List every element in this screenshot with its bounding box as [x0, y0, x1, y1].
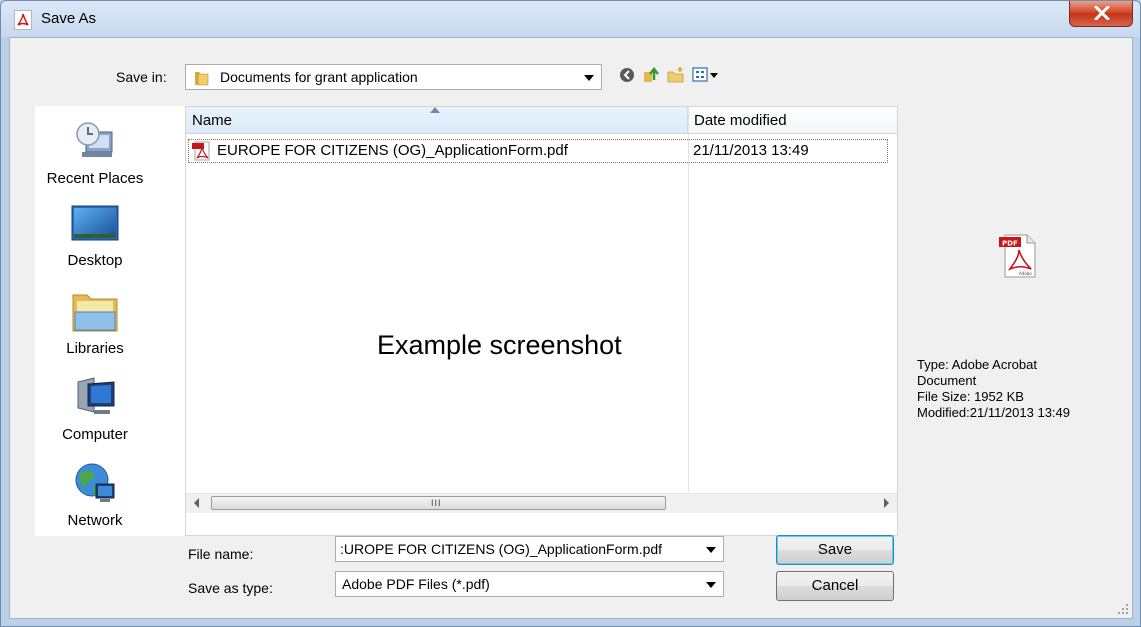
file-name-label: File name:	[188, 546, 254, 562]
watermark-text: Example screenshot	[377, 330, 622, 360]
new-folder-icon[interactable]	[666, 66, 686, 84]
place-label: Network	[67, 512, 123, 529]
pdf-preview-icon: PDF Adobe	[999, 234, 1036, 278]
place-label: Recent Places	[46, 170, 144, 187]
svg-text:Adobe: Adobe	[1019, 271, 1032, 276]
sort-ascending-icon	[430, 107, 440, 113]
column-header-label: Name	[192, 112, 233, 129]
preview-type: Type: Adobe Acrobat	[917, 357, 1037, 372]
scrollbar-grip: III	[431, 498, 442, 508]
horizontal-scrollbar[interactable]: III	[186, 493, 897, 513]
cancel-button[interactable]: Cancel	[776, 571, 894, 601]
save-in-combo[interactable]: Documents for grant application	[185, 64, 602, 90]
table-row[interactable]: EUROPE FOR CITIZENS (OG)_ApplicationForm…	[188, 139, 888, 163]
chevron-down-icon	[706, 582, 716, 588]
place-label: Computer	[62, 426, 128, 443]
libraries-icon	[72, 294, 118, 332]
place-computer[interactable]: Computer	[35, 376, 155, 443]
save-as-type-value: Adobe PDF Files (*.pdf)	[342, 576, 490, 592]
column-header-date[interactable]: Date modified	[688, 107, 897, 134]
column-header-name[interactable]: Name	[186, 107, 688, 134]
title-bar[interactable]: Save As	[1, 1, 1140, 37]
column-divider	[688, 107, 689, 492]
desktop-icon	[71, 205, 119, 241]
save-in-value: Documents for grant application	[220, 69, 418, 85]
close-button[interactable]	[1069, 1, 1133, 27]
computer-icon	[77, 377, 115, 414]
pdf-app-icon	[14, 10, 32, 30]
resize-grip-icon[interactable]	[1117, 603, 1129, 615]
chevron-down-icon[interactable]	[706, 547, 716, 553]
up-folder-icon[interactable]	[642, 66, 662, 84]
column-header-label: Date modified	[694, 112, 787, 129]
preview-modified: Modified:21/11/2013 13:49	[917, 405, 1070, 420]
save-in-label: Save in:	[116, 69, 167, 85]
save-button[interactable]: Save	[776, 535, 894, 565]
scroll-right-icon[interactable]	[884, 498, 889, 508]
scroll-left-icon[interactable]	[194, 498, 199, 508]
file-name-input[interactable]: :UROPE FOR CITIZENS (OG)_ApplicationForm…	[335, 536, 724, 562]
place-desktop[interactable]: Desktop	[35, 204, 155, 269]
file-date: 21/11/2013 13:49	[693, 142, 809, 159]
file-name: EUROPE FOR CITIZENS (OG)_ApplicationForm…	[217, 142, 568, 159]
chevron-down-icon	[584, 75, 594, 81]
file-list[interactable]: Name Date modified EUROPE FOR CITIZENS (…	[185, 106, 898, 536]
save-as-type-select[interactable]: Adobe PDF Files (*.pdf)	[335, 571, 724, 597]
network-icon	[75, 463, 115, 502]
preview-size: File Size: 1952 KB	[917, 389, 1024, 404]
file-name-value: :UROPE FOR CITIZENS (OG)_ApplicationForm…	[340, 541, 663, 557]
folder-icon	[195, 72, 209, 86]
save-as-dialog: Save As Save in: Documents for grant app…	[0, 0, 1141, 627]
place-label: Libraries	[66, 340, 124, 357]
recent-places-icon	[76, 122, 113, 157]
place-recent-places[interactable]: Recent Places	[35, 118, 155, 187]
close-icon	[1094, 6, 1110, 20]
place-label: Desktop	[67, 252, 123, 269]
pdf-file-icon	[192, 141, 210, 161]
place-network[interactable]: Network	[35, 462, 155, 529]
scrollbar-thumb[interactable]: III	[211, 496, 666, 510]
view-menu-icon[interactable]	[692, 66, 720, 84]
places-bar: Recent Places Desktop Libraries Computer…	[35, 106, 185, 536]
preview-type-cont: Document	[917, 373, 977, 388]
back-icon[interactable]	[618, 66, 636, 84]
svg-text:PDF: PDF	[1002, 240, 1018, 248]
dialog-body: Save in: Documents for grant application	[9, 37, 1133, 619]
place-libraries[interactable]: Libraries	[35, 290, 155, 357]
window-title: Save As	[41, 10, 97, 27]
save-as-type-label: Save as type:	[188, 580, 273, 596]
